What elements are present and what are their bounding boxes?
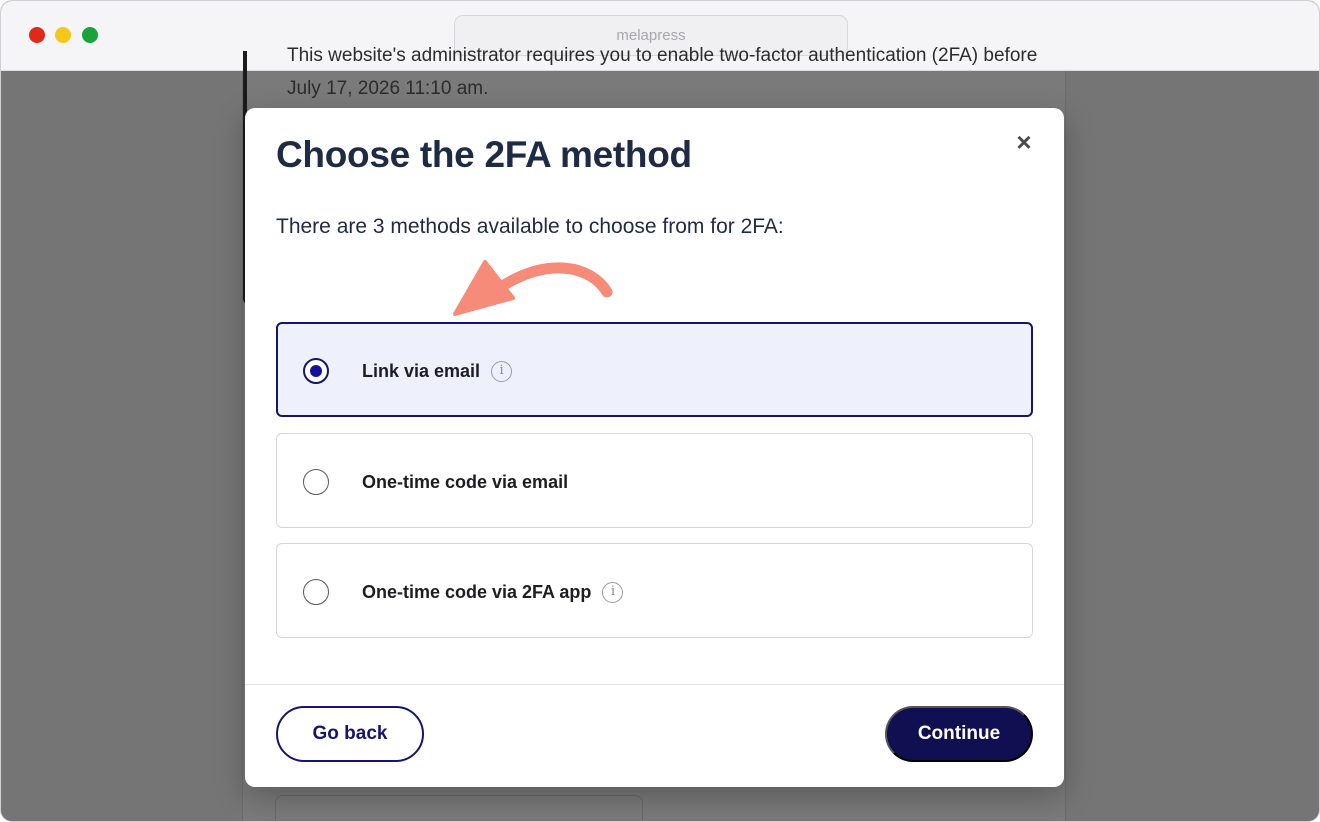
dialog-subtitle: There are 3 methods available to choose … bbox=[276, 215, 784, 238]
option-label: One-time code via email bbox=[362, 472, 569, 492]
curved-arrow-icon bbox=[453, 260, 613, 316]
close-icon[interactable]: × bbox=[1010, 128, 1038, 156]
info-icon[interactable]: i bbox=[491, 361, 513, 382]
go-back-button[interactable]: Go back bbox=[276, 706, 424, 762]
option-one-time-code-via-2fa-app[interactable]: One-time code via 2FA app i bbox=[276, 543, 1033, 638]
footer-divider bbox=[245, 684, 1064, 685]
background-notice-text: This website's administrator requires yo… bbox=[287, 45, 1038, 99]
radio-dot bbox=[310, 365, 322, 377]
background-field bbox=[275, 795, 643, 821]
info-icon[interactable]: i bbox=[602, 582, 624, 603]
radio-button[interactable] bbox=[303, 469, 329, 495]
continue-button[interactable]: Continue bbox=[885, 706, 1033, 762]
minimize-window-button[interactable] bbox=[55, 27, 71, 43]
radio-button-selected[interactable] bbox=[303, 358, 329, 384]
option-label: Link via email bbox=[362, 361, 481, 381]
browser-window: melapress This website's administrator r… bbox=[0, 0, 1320, 822]
radio-button[interactable] bbox=[303, 579, 329, 605]
option-link-via-email[interactable]: Link via email i bbox=[276, 322, 1033, 417]
maximize-window-button[interactable] bbox=[82, 27, 98, 43]
close-window-button[interactable] bbox=[29, 27, 45, 43]
choose-2fa-dialog: × Choose the 2FA method There are 3 meth… bbox=[245, 108, 1064, 787]
dialog-title: Choose the 2FA method bbox=[276, 134, 692, 175]
option-label: One-time code via 2FA app bbox=[362, 582, 592, 602]
option-one-time-code-via-email[interactable]: One-time code via email bbox=[276, 433, 1033, 528]
